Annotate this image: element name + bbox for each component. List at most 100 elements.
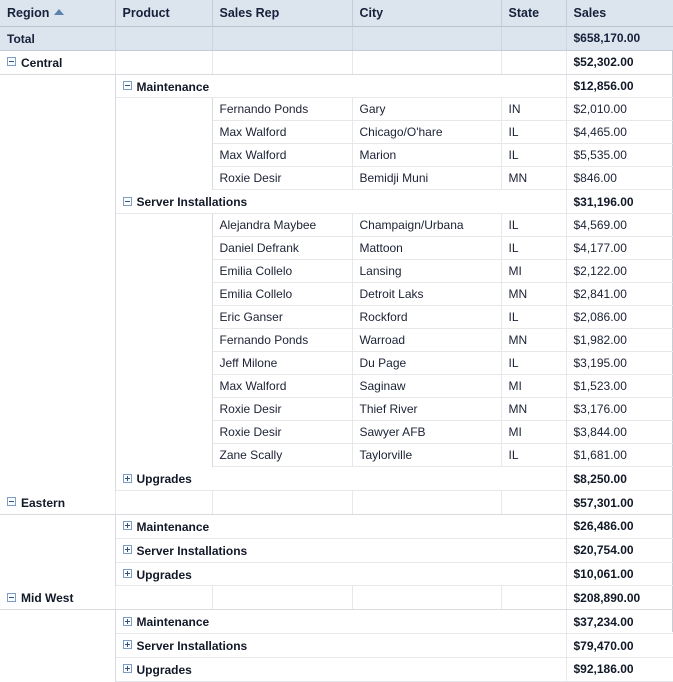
plus-box-icon[interactable] xyxy=(123,664,132,673)
table-row[interactable]: Mid West$208,890.00 xyxy=(0,586,673,610)
region-cell-empty xyxy=(0,375,115,398)
plus-box-icon[interactable] xyxy=(123,545,132,554)
minus-box-icon[interactable] xyxy=(7,593,16,602)
product-cell[interactable]: Maintenance xyxy=(115,74,566,98)
region-cell[interactable]: Eastern xyxy=(0,491,115,515)
region-cell-empty xyxy=(0,98,115,121)
table-row[interactable]: Daniel DefrankMattoonIL$4,177.00 xyxy=(0,237,673,260)
table-row[interactable]: Server Installations$31,196.00 xyxy=(0,190,673,214)
minus-box-icon[interactable] xyxy=(123,197,132,206)
product-label: Upgrades xyxy=(137,663,192,677)
table-row[interactable]: Emilia ColleloLansingMI$2,122.00 xyxy=(0,260,673,283)
product-cell[interactable]: Server Installations xyxy=(115,634,566,658)
city-cell: Gary xyxy=(352,98,501,121)
table-row[interactable]: Upgrades$92,186.00 xyxy=(0,657,673,681)
table-row[interactable]: Emilia ColleloDetroit LaksMN$2,841.00 xyxy=(0,283,673,306)
minus-box-icon[interactable] xyxy=(7,57,16,66)
table-row[interactable]: Max WalfordMarionIL$5,535.00 xyxy=(0,144,673,167)
plus-box-icon[interactable] xyxy=(123,474,132,483)
city-cell xyxy=(352,491,501,515)
city-cell: Bemidji Muni xyxy=(352,167,501,190)
plus-box-icon[interactable] xyxy=(123,617,132,626)
sales-rep-cell: Daniel Defrank xyxy=(212,237,352,260)
product-cell-empty xyxy=(115,352,212,375)
plus-box-icon[interactable] xyxy=(123,640,132,649)
sales-cell: $52,302.00 xyxy=(566,50,673,74)
minus-box-icon[interactable] xyxy=(7,497,16,506)
state-cell xyxy=(501,491,566,515)
state-cell: MN xyxy=(501,398,566,421)
product-cell[interactable]: Maintenance xyxy=(115,610,566,634)
region-cell-empty xyxy=(0,167,115,190)
region-cell[interactable]: Central xyxy=(0,50,115,74)
pivot-grid: Region ProductSales RepCityState Sales Tot… xyxy=(0,0,673,632)
sales-rep-cell xyxy=(212,586,352,610)
city-cell: Saginaw xyxy=(352,375,501,398)
region-label: Mid West xyxy=(21,591,73,605)
sales-cell: $4,177.00 xyxy=(566,237,673,260)
table-row[interactable]: Jeff MiloneDu PageIL$3,195.00 xyxy=(0,352,673,375)
product-cell[interactable]: Upgrades xyxy=(115,467,566,491)
region-label: Eastern xyxy=(21,496,65,510)
table-row[interactable]: Max WalfordChicago/O'hareIL$4,465.00 xyxy=(0,121,673,144)
table-row[interactable]: Fernando PondsWarroadMN$1,982.00 xyxy=(0,329,673,352)
product-cell-empty xyxy=(115,283,212,306)
table-row[interactable]: Eastern$57,301.00 xyxy=(0,491,673,515)
plus-box-icon[interactable] xyxy=(123,569,132,578)
column-header-product[interactable]: Product xyxy=(115,0,212,27)
state-cell xyxy=(501,586,566,610)
city-cell: Warroad xyxy=(352,329,501,352)
table-row[interactable]: Maintenance$26,486.00 xyxy=(0,514,673,538)
sales-cell: $5,535.00 xyxy=(566,144,673,167)
column-header-state[interactable]: State xyxy=(501,0,566,27)
state-cell: IL xyxy=(501,444,566,467)
minus-box-icon[interactable] xyxy=(123,81,132,90)
sales-cell: $31,196.00 xyxy=(566,190,673,214)
sales-rep-cell: Max Walford xyxy=(212,121,352,144)
plus-box-icon[interactable] xyxy=(123,521,132,530)
table-row[interactable]: Total$658,170.00 xyxy=(0,27,673,51)
product-cell-empty xyxy=(115,444,212,467)
table-row[interactable]: Roxie DesirBemidji MuniMN$846.00 xyxy=(0,167,673,190)
table-row[interactable]: Eric GanserRockfordIL$2,086.00 xyxy=(0,306,673,329)
column-header-label: Sales xyxy=(574,6,607,20)
product-cell-empty xyxy=(115,260,212,283)
state-cell: MN xyxy=(501,329,566,352)
region-cell[interactable]: Mid West xyxy=(0,586,115,610)
product-cell[interactable]: Server Installations xyxy=(115,190,566,214)
table-row[interactable]: Upgrades$10,061.00 xyxy=(0,562,673,586)
region-cell: Total xyxy=(0,27,115,51)
column-header-region[interactable]: Region xyxy=(0,0,115,27)
state-cell: IL xyxy=(501,306,566,329)
sales-cell: $4,465.00 xyxy=(566,121,673,144)
city-cell xyxy=(352,27,501,51)
product-cell[interactable]: Server Installations xyxy=(115,538,566,562)
column-header-label: Region xyxy=(7,6,49,20)
table-row[interactable]: Maintenance$12,856.00 xyxy=(0,74,673,98)
table-row[interactable]: Central $52,302.00 xyxy=(0,50,673,74)
product-cell[interactable]: Upgrades xyxy=(115,657,566,681)
product-label: Server Installations xyxy=(137,544,248,558)
table-row[interactable]: Alejandra MaybeeChampaign/UrbanaIL$4,569… xyxy=(0,214,673,237)
sales-cell: $10,061.00 xyxy=(566,562,673,586)
column-header-city[interactable]: City xyxy=(352,0,501,27)
sales-rep-cell: Roxie Desir xyxy=(212,421,352,444)
table-row[interactable]: Roxie DesirThief RiverMN$3,176.00 xyxy=(0,398,673,421)
product-cell[interactable]: Upgrades xyxy=(115,562,566,586)
table-row[interactable]: Zane ScallyTaylorvilleIL$1,681.00 xyxy=(0,444,673,467)
state-cell: MN xyxy=(501,283,566,306)
table-row[interactable]: Max WalfordSaginawMI$1,523.00 xyxy=(0,375,673,398)
product-cell[interactable]: Maintenance xyxy=(115,514,566,538)
table-row[interactable]: Server Installations$79,470.00 xyxy=(0,634,673,658)
product-cell-empty xyxy=(115,121,212,144)
table-row[interactable]: Fernando PondsGaryIN$2,010.00 xyxy=(0,98,673,121)
state-cell: MI xyxy=(501,260,566,283)
table-row[interactable]: Server Installations$20,754.00 xyxy=(0,538,673,562)
region-cell-empty xyxy=(0,121,115,144)
table-row[interactable]: Maintenance$37,234.00 xyxy=(0,610,673,634)
column-header-sales[interactable]: Sales xyxy=(566,0,673,27)
sales-cell: $1,982.00 xyxy=(566,329,673,352)
table-row[interactable]: Roxie DesirSawyer AFBMI$3,844.00 xyxy=(0,421,673,444)
column-header-rep[interactable]: Sales Rep xyxy=(212,0,352,27)
table-row[interactable]: Upgrades$8,250.00 xyxy=(0,467,673,491)
